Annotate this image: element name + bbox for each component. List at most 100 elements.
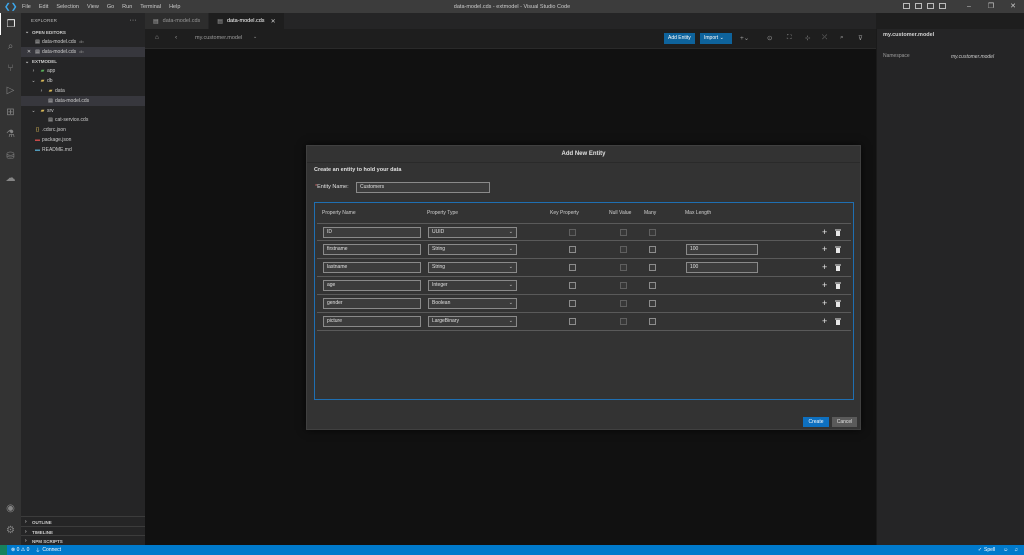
null-value-checkbox[interactable] bbox=[620, 300, 627, 307]
add-row-icon[interactable]: + bbox=[822, 261, 827, 273]
property-type-select[interactable]: UUID ⌄ bbox=[428, 227, 517, 238]
null-value-checkbox[interactable] bbox=[620, 264, 627, 271]
project-header[interactable]: ⌄ EXTMODEL bbox=[21, 57, 145, 67]
tree-item-db[interactable]: ⌄ ▰ db bbox=[21, 76, 145, 86]
property-type-select[interactable]: Boolean ⌄ bbox=[428, 298, 517, 309]
menu-edit[interactable]: Edit bbox=[39, 4, 48, 10]
menu-file[interactable]: File bbox=[22, 4, 31, 10]
trash-icon[interactable] bbox=[835, 300, 841, 307]
spell-button[interactable]: Spell bbox=[984, 547, 995, 553]
run-debug-icon[interactable]: ▷ bbox=[0, 79, 21, 101]
toggle-secondary-sidebar-icon[interactable] bbox=[927, 3, 934, 9]
many-checkbox[interactable] bbox=[649, 229, 656, 236]
menu-terminal[interactable]: Terminal bbox=[140, 4, 161, 10]
trash-icon[interactable] bbox=[835, 282, 841, 289]
extensions-icon[interactable]: ⊞ bbox=[0, 101, 21, 123]
menu-help[interactable]: Help bbox=[169, 4, 180, 10]
menu-run[interactable]: Run bbox=[122, 4, 132, 10]
remote-indicator-icon[interactable] bbox=[0, 545, 7, 555]
max-length-input[interactable]: 100 bbox=[686, 262, 758, 273]
namespace-value[interactable]: my.customer.model bbox=[951, 54, 994, 60]
add-icon[interactable]: +⌄ bbox=[740, 34, 749, 42]
search-icon[interactable]: ⌕ bbox=[0, 35, 21, 57]
tree-item-readme[interactable]: ▬ README.md bbox=[21, 145, 145, 155]
key-property-checkbox[interactable] bbox=[569, 246, 576, 253]
tab-data-model-inactive[interactable]: ▤ data-model.cds bbox=[145, 13, 210, 29]
trash-icon[interactable] bbox=[835, 246, 841, 253]
key-property-checkbox[interactable] bbox=[569, 300, 576, 307]
open-editor-item[interactable]: ▤ data-model.cds db bbox=[21, 37, 145, 47]
max-length-input[interactable]: 100 bbox=[686, 244, 758, 255]
feedback-icon[interactable]: ☺ bbox=[1003, 547, 1008, 553]
more-actions-icon[interactable]: ··· bbox=[129, 17, 137, 24]
property-type-select[interactable]: String ⌄ bbox=[428, 244, 517, 255]
connect-button[interactable]: Connect bbox=[42, 547, 61, 553]
auto-layout-icon[interactable]: ⛶ bbox=[787, 34, 792, 42]
tree-item-cdsrc[interactable]: {} .cdsrc.json bbox=[21, 125, 145, 135]
trash-icon[interactable] bbox=[835, 318, 841, 325]
add-entity-button[interactable]: Add Entity bbox=[664, 33, 695, 44]
layout-icon[interactable]: ⊙ bbox=[767, 34, 772, 42]
add-row-icon[interactable]: + bbox=[822, 279, 827, 291]
close-editor-icon[interactable]: ✕ bbox=[25, 49, 33, 55]
tree-item-cat-service[interactable]: ▤ cat-service.cds bbox=[21, 116, 145, 126]
many-checkbox[interactable] bbox=[649, 318, 656, 325]
many-checkbox[interactable] bbox=[649, 246, 656, 253]
open-editor-item-active[interactable]: ✕ ▤ data-model.cds db bbox=[21, 46, 145, 57]
source-control-icon[interactable]: ⑂ bbox=[0, 57, 21, 79]
property-name-input[interactable]: firstname bbox=[323, 244, 421, 255]
add-row-icon[interactable]: + bbox=[822, 297, 827, 309]
tree-item-data-model[interactable]: ▤ data-model.cds bbox=[21, 95, 145, 106]
zoom-search-icon[interactable]: ⌕ bbox=[840, 34, 844, 42]
toggle-sidebar-icon[interactable] bbox=[903, 3, 910, 9]
many-checkbox[interactable] bbox=[649, 264, 656, 271]
entity-name-input[interactable]: Customers bbox=[356, 182, 490, 193]
property-type-select[interactable]: LargeBinary ⌄ bbox=[428, 316, 517, 327]
trash-icon[interactable] bbox=[835, 229, 841, 236]
import-button[interactable]: Import ⌄ bbox=[700, 33, 732, 44]
property-name-input[interactable]: age bbox=[323, 280, 421, 291]
cloud-icon[interactable]: ☁ bbox=[0, 167, 21, 189]
account-icon[interactable]: ◉ bbox=[0, 497, 21, 519]
database-icon[interactable]: ⛁ bbox=[0, 145, 21, 167]
tree-item-package-json[interactable]: ▬ package.json bbox=[21, 135, 145, 145]
settings-gear-icon[interactable]: ⚙ bbox=[0, 519, 21, 541]
hide-relations-icon[interactable]: ⤫ bbox=[822, 34, 827, 42]
problems-indicator[interactable]: ⊗ 0 ⚠ 0 bbox=[11, 547, 29, 553]
add-row-icon[interactable]: + bbox=[822, 226, 827, 238]
explorer-icon[interactable]: ❐ bbox=[0, 13, 21, 35]
null-value-checkbox[interactable] bbox=[620, 282, 627, 289]
null-value-checkbox[interactable] bbox=[620, 318, 627, 325]
tree-item-data[interactable]: › ▰ data bbox=[21, 86, 145, 96]
filter-icon[interactable]: ⊽ bbox=[858, 34, 863, 42]
close-window-icon[interactable]: ✕ bbox=[1002, 0, 1024, 13]
customize-layout-icon[interactable] bbox=[939, 3, 946, 9]
many-checkbox[interactable] bbox=[649, 282, 656, 289]
key-property-checkbox[interactable] bbox=[569, 282, 576, 289]
notifications-icon[interactable]: ♫ bbox=[1014, 547, 1018, 553]
close-tab-icon[interactable]: ✕ bbox=[271, 18, 276, 25]
breadcrumb[interactable]: my.customer.model bbox=[195, 35, 242, 41]
cancel-button[interactable]: Cancel bbox=[832, 417, 857, 427]
relations-icon[interactable]: ⊹ bbox=[805, 34, 810, 42]
menu-go[interactable]: Go bbox=[107, 4, 114, 10]
toggle-panel-icon[interactable] bbox=[915, 3, 922, 9]
add-row-icon[interactable]: + bbox=[822, 315, 827, 327]
chevron-down-icon[interactable]: ⌄ bbox=[253, 34, 257, 40]
menu-view[interactable]: View bbox=[87, 4, 99, 10]
null-value-checkbox[interactable] bbox=[620, 229, 627, 236]
property-type-select[interactable]: String ⌄ bbox=[428, 262, 517, 273]
home-icon[interactable]: ⌂ bbox=[155, 34, 159, 41]
property-name-input[interactable]: gender bbox=[323, 298, 421, 309]
menu-selection[interactable]: Selection bbox=[56, 4, 79, 10]
restore-icon[interactable]: ❐ bbox=[980, 0, 1002, 13]
trash-icon[interactable] bbox=[835, 264, 841, 271]
minimize-icon[interactable]: – bbox=[958, 0, 980, 13]
key-property-checkbox[interactable] bbox=[569, 318, 576, 325]
testing-icon[interactable]: ⚗ bbox=[0, 123, 21, 145]
add-row-icon[interactable]: + bbox=[822, 243, 827, 255]
property-type-select[interactable]: Integer ⌄ bbox=[428, 280, 517, 291]
back-icon[interactable]: ‹ bbox=[175, 34, 177, 41]
tab-data-model-active[interactable]: ▤ data-model.cds ✕ bbox=[209, 13, 285, 29]
open-editors-header[interactable]: ⌄ OPEN EDITORS bbox=[21, 27, 145, 37]
